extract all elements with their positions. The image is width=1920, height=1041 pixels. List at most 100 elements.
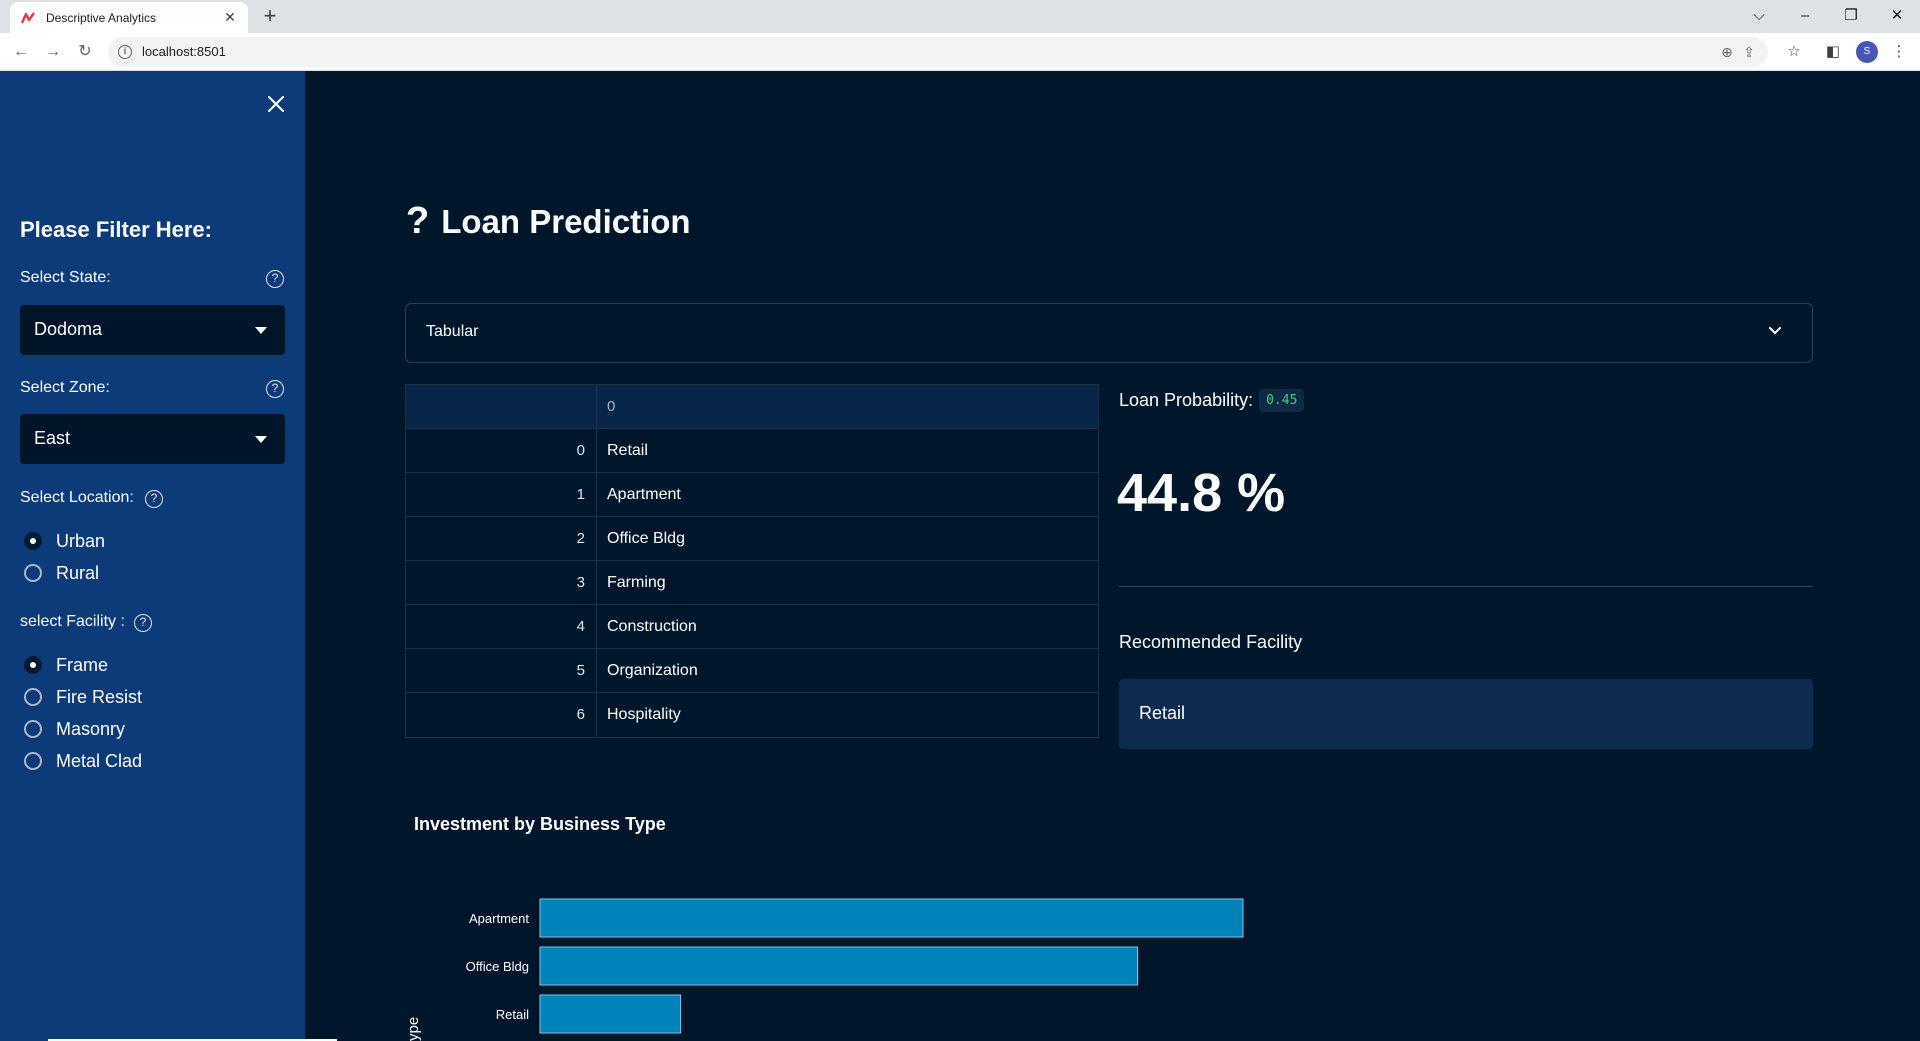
- zone-select-value: East: [34, 428, 71, 448]
- row-index: 0: [406, 429, 597, 472]
- minimize-icon[interactable]: –: [1790, 4, 1820, 28]
- row-value[interactable]: Organization: [597, 649, 1098, 692]
- row-index: 3: [406, 561, 597, 604]
- recommended-facility-box: Retail: [1119, 679, 1813, 749]
- row-value[interactable]: Apartment: [597, 473, 1098, 516]
- table-column-header[interactable]: 0: [597, 385, 1098, 428]
- row-value[interactable]: Retail: [597, 429, 1098, 472]
- table-row: 3 Farming: [406, 561, 1098, 605]
- bar-apartment[interactable]: [539, 898, 1244, 938]
- bookmark-star-icon[interactable]: ☆: [1783, 41, 1805, 63]
- row-value[interactable]: Construction: [597, 605, 1098, 648]
- new-tab-icon[interactable]: +: [258, 4, 282, 28]
- sidebar-close-icon[interactable]: [265, 93, 287, 115]
- radio-unselected-icon[interactable]: [24, 564, 42, 582]
- facility-radio-metal-clad[interactable]: Metal Clad: [24, 749, 142, 773]
- omnibox[interactable]: i localhost:8501 ⊕ ⇪: [108, 37, 1768, 67]
- y-axis-label: ype: [405, 1017, 422, 1041]
- radio-unselected-icon[interactable]: [24, 688, 42, 706]
- chart-title: Investment by Business Type: [414, 814, 666, 834]
- loan-probability-code: 0.45: [1259, 389, 1305, 412]
- state-select-value: Dodoma: [34, 319, 103, 339]
- sidebar-title: Please Filter Here:: [20, 217, 212, 242]
- investment-bar-chart: Apartment Office Bldg Retail ype: [405, 898, 1244, 1041]
- loan-probability: Loan Probability: 0.45: [1119, 389, 1305, 412]
- table-index-header: [406, 385, 597, 428]
- y-tick-label: Retail: [496, 1007, 529, 1022]
- url-text[interactable]: localhost:8501: [142, 44, 226, 59]
- y-tick-label: Apartment: [469, 911, 529, 926]
- row-value[interactable]: Farming: [597, 561, 1098, 604]
- window-close-icon[interactable]: ✕: [1882, 4, 1912, 28]
- row-index: 4: [406, 605, 597, 648]
- radio-selected-icon[interactable]: [24, 656, 42, 674]
- tabular-expander[interactable]: Tabular: [405, 303, 1813, 363]
- profile-avatar[interactable]: S: [1856, 41, 1878, 63]
- tab-search-icon[interactable]: ⌵: [1744, 4, 1774, 28]
- page-title-text: Loan Prediction: [441, 202, 691, 240]
- caret-down-icon: [255, 436, 267, 443]
- radio-unselected-icon[interactable]: [24, 752, 42, 770]
- row-index: 6: [406, 693, 597, 737]
- recommended-facility-value: Retail: [1139, 703, 1186, 723]
- table-row: 4 Construction: [406, 605, 1098, 649]
- zoom-icon[interactable]: ⊕: [1717, 42, 1737, 62]
- facility-help-icon[interactable]: ?: [134, 614, 152, 632]
- zone-label: Select Zone:: [20, 379, 110, 396]
- row-value[interactable]: Office Bldg: [597, 517, 1098, 560]
- streamlit-favicon-icon: [20, 11, 35, 23]
- recommended-facility-label: Recommended Facility: [1119, 632, 1303, 652]
- divider: [1119, 586, 1813, 587]
- browser-tab[interactable]: Descriptive Analytics ✕: [10, 2, 248, 33]
- chevron-down-icon: [1769, 327, 1781, 335]
- y-tick-label: Office Bldg: [466, 959, 529, 974]
- table-row: 0 Retail: [406, 429, 1098, 473]
- site-info-icon[interactable]: i: [118, 45, 132, 59]
- state-help-icon[interactable]: ?: [266, 270, 284, 288]
- state-select[interactable]: Dodoma: [20, 305, 285, 355]
- table-row: 2 Office Bldg: [406, 517, 1098, 561]
- radio-selected-icon[interactable]: [24, 532, 42, 550]
- page-title: ? Loan Prediction: [406, 200, 691, 243]
- forward-icon[interactable]: →: [42, 41, 64, 63]
- location-radio-urban[interactable]: Urban: [24, 529, 105, 553]
- tab-close-icon[interactable]: ✕: [222, 9, 238, 26]
- zone-help-icon[interactable]: ?: [266, 380, 284, 398]
- facility-radio-frame[interactable]: Frame: [24, 653, 108, 677]
- row-value[interactable]: Hospitality: [597, 693, 1098, 737]
- address-bar: ← → ↻ i localhost:8501 ⊕ ⇪ ☆ ◧ S ⋮: [0, 33, 1920, 71]
- tab-title: Descriptive Analytics: [46, 10, 157, 25]
- bar-office-bldg[interactable]: [539, 946, 1139, 986]
- state-label: Select State:: [20, 269, 111, 286]
- facility-radio-masonry[interactable]: Masonry: [24, 717, 125, 741]
- browser-menu-icon[interactable]: ⋮: [1888, 41, 1910, 63]
- filter-sidebar: Please Filter Here: Select State: ? Dodo…: [0, 71, 305, 1041]
- table-row: 1 Apartment: [406, 473, 1098, 517]
- browser-tab-strip: Descriptive Analytics ✕ + ⌵ – ❐ ✕: [0, 0, 1920, 33]
- bookmark-star-icon[interactable]: [1744, 42, 1764, 62]
- row-index: 5: [406, 649, 597, 692]
- bar-retail[interactable]: [539, 994, 682, 1034]
- question-mark-icon: ?: [406, 200, 430, 242]
- facility-label: select Facility :: [20, 613, 125, 630]
- loan-probability-percent: 44.8 %: [1117, 463, 1286, 523]
- back-icon[interactable]: ←: [10, 41, 32, 63]
- facility-table[interactable]: 0 0 Retail 1 Apartment 2 Office Bldg 3 F…: [405, 384, 1099, 738]
- table-row: 6 Hospitality: [406, 693, 1098, 737]
- radio-unselected-icon[interactable]: [24, 720, 42, 738]
- caret-down-icon: [255, 327, 267, 334]
- reload-icon[interactable]: ↻: [74, 41, 96, 63]
- location-radio-rural[interactable]: Rural: [24, 561, 99, 585]
- row-index: 2: [406, 517, 597, 560]
- facility-radio-fire-resist[interactable]: Fire Resist: [24, 685, 142, 709]
- zone-select[interactable]: East: [20, 414, 285, 464]
- expander-label: Tabular: [426, 323, 479, 340]
- loan-probability-label: Loan Probability:: [1119, 390, 1254, 410]
- row-index: 1: [406, 473, 597, 516]
- location-help-icon[interactable]: ?: [145, 490, 163, 508]
- side-panel-icon[interactable]: ◧: [1822, 41, 1844, 63]
- table-row: 5 Organization: [406, 649, 1098, 693]
- restore-icon[interactable]: ❐: [1836, 4, 1866, 28]
- table-header-row: 0: [406, 385, 1098, 429]
- location-label: Select Location:: [20, 489, 134, 506]
